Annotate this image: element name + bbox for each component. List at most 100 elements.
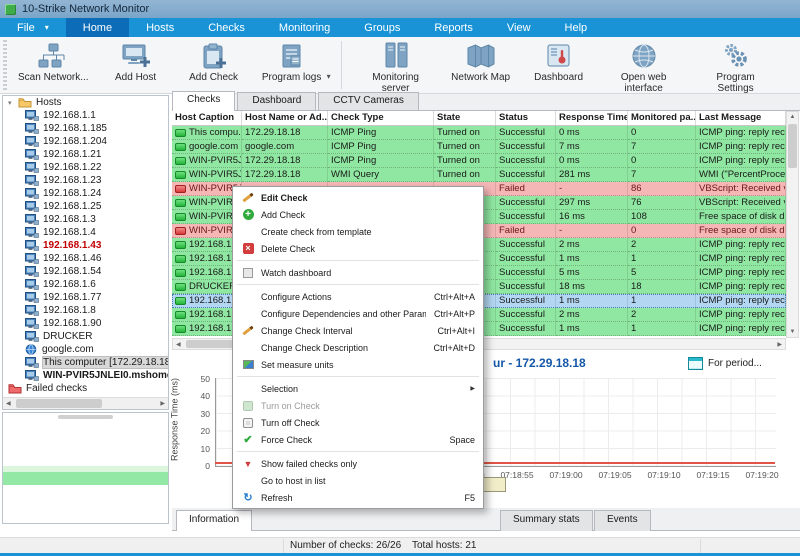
bottom-tab-events[interactable]: Events bbox=[594, 510, 651, 531]
menu-item-change-check-description[interactable]: Change Check Description Ctrl+Alt+D bbox=[235, 339, 481, 356]
scroll-left-icon[interactable]: ◀ bbox=[173, 341, 184, 348]
table-row[interactable]: WIN-PVIR5J...172.29.18.18WMI QueryTurned… bbox=[172, 168, 786, 182]
computer-icon bbox=[25, 370, 39, 381]
table-row[interactable]: This compu... 172.29.18.18 ICMP Ping Turned… bbox=[172, 126, 786, 140]
column-header-host-name-or-ad[interactable]: Host Name or Ad... bbox=[242, 111, 328, 125]
tree-host-192-168-1-1[interactable]: 192.168.1.1 bbox=[3, 109, 168, 122]
bottom-tab-summary-stats[interactable]: Summary stats bbox=[500, 510, 593, 531]
tree-host-192-168-1-21[interactable]: 192.168.1.21 bbox=[3, 148, 168, 161]
tree-host-win-pvir5jnlei0-mshome-n[interactable]: WIN-PVIR5JNLEI0.mshome.n bbox=[3, 369, 168, 382]
toolbar-button-dashboard[interactable]: Dashboard bbox=[520, 37, 598, 83]
toolbar-button-add-check[interactable]: Add Check bbox=[175, 37, 253, 83]
menu-item-create-check-from-template[interactable]: Create check from template bbox=[235, 223, 481, 240]
status-led-icon bbox=[175, 240, 186, 249]
menubar-item-reports[interactable]: Reports bbox=[417, 18, 490, 37]
tab-cctv-cameras[interactable]: CCTV Cameras bbox=[318, 92, 419, 110]
table-vscroll-track[interactable] bbox=[787, 122, 798, 327]
tree-host-192-168-1-6[interactable]: 192.168.1.6 bbox=[3, 278, 168, 291]
menu-item-turn-on-check[interactable]: Turn on Check bbox=[235, 397, 481, 414]
tab-dashboard[interactable]: Dashboard bbox=[237, 92, 317, 110]
menu-item-add-check[interactable]: + Add Check bbox=[235, 206, 481, 223]
toolbar-button-scan-network[interactable]: Scan Network... bbox=[10, 37, 97, 83]
tree-host-192-168-1-3[interactable]: 192.168.1.3 bbox=[3, 213, 168, 226]
tree-root-hosts[interactable]: ▾ Hosts bbox=[3, 96, 168, 109]
chevron-expanded-icon[interactable]: ▾ bbox=[8, 99, 18, 107]
menu-item-set-measure-units[interactable]: Set measure units bbox=[235, 356, 481, 373]
menu-item-selection[interactable]: Selection ▶ bbox=[235, 380, 481, 397]
tree-host-192-168-1-43[interactable]: 192.168.1.43 bbox=[3, 239, 168, 252]
column-header-response-time[interactable]: Response Time bbox=[556, 111, 628, 125]
for-period-button[interactable]: For period... bbox=[688, 357, 762, 370]
tree-scroll-track[interactable] bbox=[14, 398, 158, 409]
tree-scroll-thumb[interactable] bbox=[15, 399, 102, 408]
splitter-handle[interactable] bbox=[58, 415, 113, 419]
tree-host-192-168-1-204[interactable]: 192.168.1.204 bbox=[3, 135, 168, 148]
tree-host-192-168-1-185[interactable]: 192.168.1.185 bbox=[3, 122, 168, 135]
table-vertical-scrollbar[interactable]: ▲ ▼ bbox=[786, 111, 799, 338]
menubar-item-help[interactable]: Help bbox=[548, 18, 605, 37]
tree-host-192-168-1-25[interactable]: 192.168.1.25 bbox=[3, 200, 168, 213]
menu-item-show-failed-checks-only[interactable]: ▼ Show failed checks only bbox=[235, 455, 481, 472]
menu-item-turn-off-check[interactable]: Turn off Check bbox=[235, 414, 481, 431]
menu-shortcut: Ctrl+Alt+P bbox=[433, 308, 475, 319]
menu-item-refresh[interactable]: ↻ Refresh F5 bbox=[235, 489, 481, 506]
column-header-status[interactable]: Status bbox=[496, 111, 556, 125]
menu-item-configure-actions[interactable]: Configure Actions Ctrl+Alt+A bbox=[235, 288, 481, 305]
tree-host-drucker[interactable]: DRUCKER bbox=[3, 330, 168, 343]
menu-item-change-check-interval[interactable]: Change Check Interval Ctrl+Alt+I bbox=[235, 322, 481, 339]
table-row[interactable]: WIN-PVIR5J...172.29.18.18ICMP PingTurned… bbox=[172, 154, 786, 168]
computer-icon bbox=[25, 162, 39, 173]
tree-failed-checks[interactable]: Failed checks bbox=[3, 382, 168, 395]
menubar-item-hosts[interactable]: Hosts bbox=[129, 18, 191, 37]
chevron-down-icon[interactable]: ▾ bbox=[327, 72, 331, 81]
column-header-check-type[interactable]: Check Type bbox=[328, 111, 434, 125]
tree-host-google-com[interactable]: google.com bbox=[3, 343, 168, 356]
table-vscroll-thumb[interactable] bbox=[788, 124, 797, 168]
scroll-left-icon[interactable]: ◀ bbox=[3, 400, 14, 407]
toolbar-button-network-map[interactable]: Network Map bbox=[442, 37, 520, 83]
chevron-down-icon[interactable]: ▾ bbox=[45, 23, 49, 32]
toolbar-button-program-logs[interactable]: Program logs bbox=[253, 37, 331, 83]
scroll-right-icon[interactable]: ▶ bbox=[774, 341, 785, 348]
tree-host-192-168-1-90[interactable]: 192.168.1.90 bbox=[3, 317, 168, 330]
menubar-item-groups[interactable]: Groups bbox=[347, 18, 417, 37]
tree-host-192-168-1-46[interactable]: 192.168.1.46 bbox=[3, 252, 168, 265]
computer-icon bbox=[25, 240, 39, 251]
tree-host-192-168-1-77[interactable]: 192.168.1.77 bbox=[3, 291, 168, 304]
cell-c4: Successful bbox=[496, 294, 556, 308]
scroll-right-icon[interactable]: ▶ bbox=[157, 400, 168, 407]
menubar-item-home[interactable]: Home bbox=[65, 18, 130, 37]
scroll-up-icon[interactable]: ▲ bbox=[790, 112, 796, 122]
toolbar-button-program-settings[interactable]: Program Settings bbox=[690, 37, 782, 94]
menu-item-force-check[interactable]: ✔ Force Check Space bbox=[235, 431, 481, 448]
menu-item-go-to-host-in-list[interactable]: Go to host in list bbox=[235, 472, 481, 489]
menu-item-configure-dependencies-and-other-parameters[interactable]: Configure Dependencies and other Paramet… bbox=[235, 305, 481, 322]
menubar-item-checks[interactable]: Checks bbox=[191, 18, 262, 37]
tree-host-this-computer-172-29-18-18[interactable]: This computer [172.29.18.18] bbox=[3, 356, 168, 369]
toolbar-button-open-web-interface[interactable]: Open web interface bbox=[598, 37, 690, 94]
menubar-item-file[interactable]: File ▾ bbox=[0, 18, 66, 37]
tree-host-192-168-1-24[interactable]: 192.168.1.24 bbox=[3, 187, 168, 200]
tree-horizontal-scrollbar[interactable]: ◀ ▶ bbox=[3, 397, 168, 409]
bottom-tab-information[interactable]: Information bbox=[176, 510, 253, 531]
computer-icon bbox=[25, 136, 39, 147]
table-row[interactable]: google.com google.com ICMP Ping Turned on Su… bbox=[172, 140, 786, 154]
tree-host-192-168-1-8[interactable]: 192.168.1.8 bbox=[3, 304, 168, 317]
scroll-down-icon[interactable]: ▼ bbox=[790, 327, 796, 337]
toolbar-button-add-host[interactable]: Add Host bbox=[97, 37, 175, 83]
network-map-icon bbox=[466, 41, 496, 71]
menubar-item-view[interactable]: View bbox=[490, 18, 548, 37]
column-header-state[interactable]: State bbox=[434, 111, 496, 125]
tree-host-192-168-1-22[interactable]: 192.168.1.22 bbox=[3, 161, 168, 174]
tree-host-192-168-1-54[interactable]: 192.168.1.54 bbox=[3, 265, 168, 278]
menu-item-watch-dashboard[interactable]: Watch dashboard bbox=[235, 264, 481, 281]
menu-item-edit-check[interactable]: Edit Check bbox=[235, 189, 481, 206]
tree-host-192-168-1-23[interactable]: 192.168.1.23 bbox=[3, 174, 168, 187]
menu-item-delete-check[interactable]: × Delete Check bbox=[235, 240, 481, 257]
menubar-item-monitoring[interactable]: Monitoring bbox=[262, 18, 347, 37]
tree-host-192-168-1-4[interactable]: 192.168.1.4 bbox=[3, 226, 168, 239]
column-header-last-message[interactable]: Last Message bbox=[696, 111, 786, 125]
column-header-monitored-pa[interactable]: Monitored pa... bbox=[628, 111, 696, 125]
tab-checks[interactable]: Checks bbox=[172, 91, 236, 111]
column-header-host-caption[interactable]: Host Caption bbox=[172, 111, 242, 125]
